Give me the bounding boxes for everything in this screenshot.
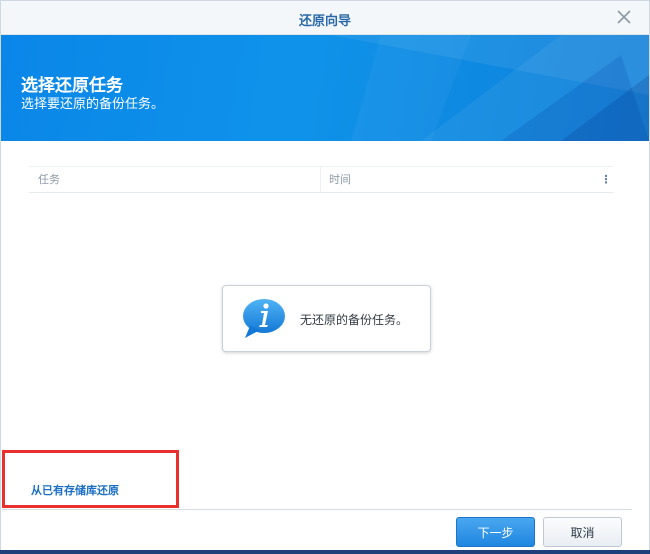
next-button[interactable]: 下一步 <box>456 517 535 547</box>
empty-state-text: 无还原的备份任务。 <box>300 313 409 327</box>
column-menu-icon[interactable]: ⋮ <box>599 167 613 192</box>
task-table-header: 任务 时间 ⋮ <box>29 166 613 193</box>
window-title: 还原向导 <box>298 14 351 29</box>
header-banner: 选择还原任务 选择要还原的备份任务。 <box>1 35 649 141</box>
info-icon <box>241 298 287 344</box>
restore-from-repository-link[interactable]: 从已有存储库还原 <box>31 482 119 498</box>
title-bar: 还原向导 <box>1 1 649 35</box>
column-header-task[interactable]: 任务 <box>29 167 321 192</box>
cancel-button[interactable]: 取消 <box>543 517 622 547</box>
annotation-highlight-box <box>2 450 179 508</box>
footer-divider <box>2 509 632 510</box>
restore-wizard-window: 还原向导 选择还原任务 选择要还原的备份任务。 任务 时间 ⋮ 无还原的备份任务… <box>0 0 650 554</box>
empty-state-message-box: 无还原的备份任务。 <box>222 285 431 352</box>
taskbar-strip <box>0 550 650 554</box>
column-header-time[interactable]: 时间 <box>321 167 599 192</box>
close-icon[interactable] <box>613 6 635 28</box>
step-subtitle: 选择要还原的备份任务。 <box>21 97 165 112</box>
